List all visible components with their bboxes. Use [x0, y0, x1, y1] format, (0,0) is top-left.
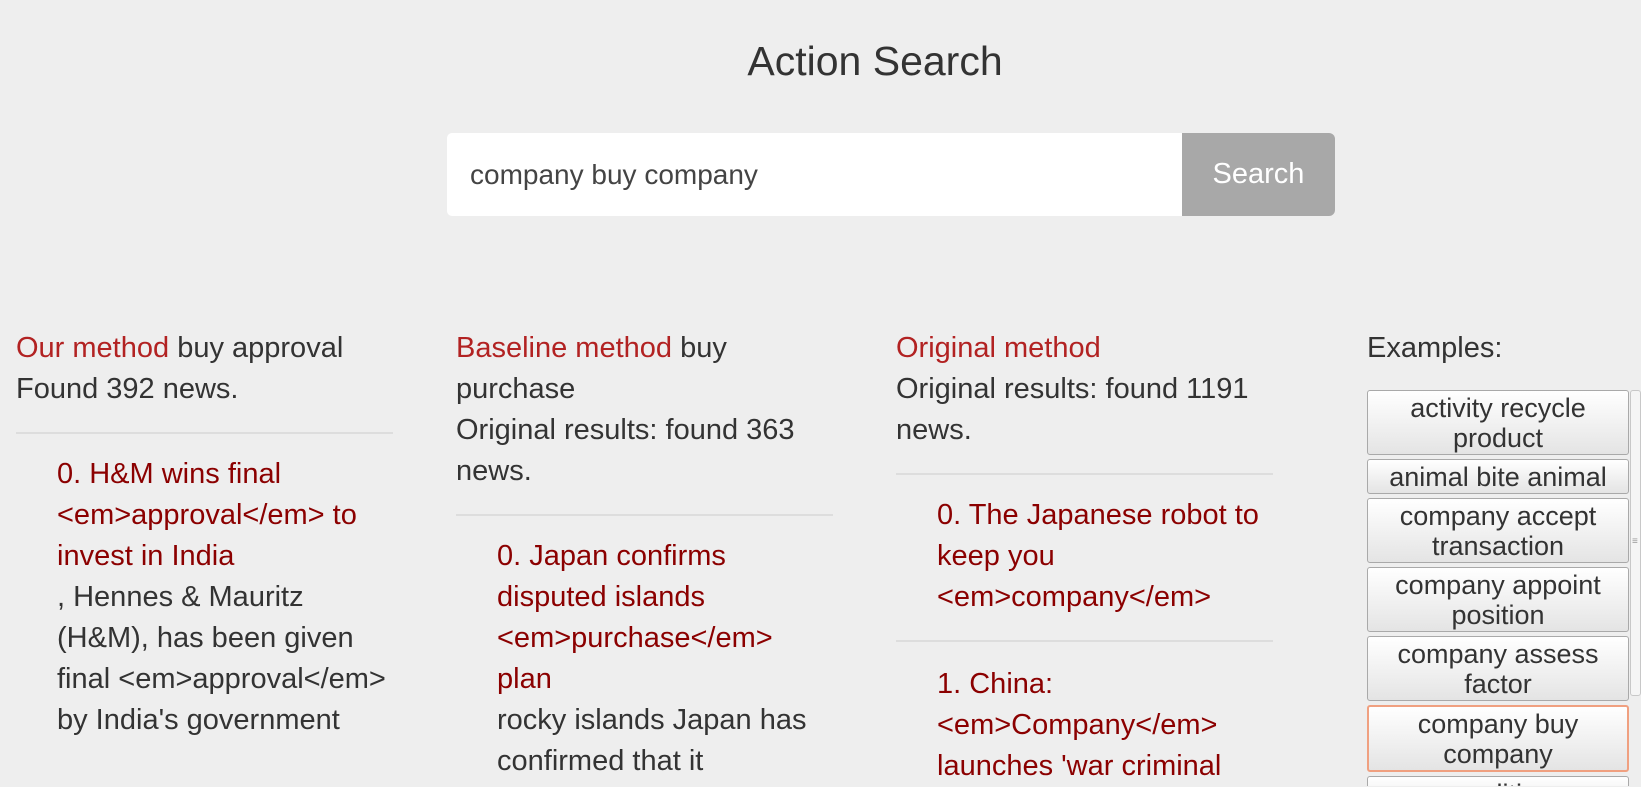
result-summary: Original results: found 363 news.: [456, 414, 795, 487]
page-title: Action Search: [747, 38, 1003, 84]
example-button[interactable]: condition: [1367, 776, 1629, 786]
result-item: 0. H&M wins final <em>approval</em> to i…: [16, 454, 393, 741]
divider: [16, 432, 393, 434]
example-button[interactable]: animal bite animal: [1367, 459, 1629, 494]
baseline-method-header: Baseline method buy purchase: [456, 328, 833, 410]
result-snippet: , Hennes & Mauritz (H&M), has been given…: [57, 581, 386, 736]
search-bar: Search: [447, 133, 1335, 216]
divider: [456, 514, 833, 516]
original-method-column: Original method Original results: found …: [896, 328, 1273, 787]
result-summary: Found 392 news.: [16, 373, 239, 405]
result-item: 0. The Japanese robot to keep you <em>co…: [896, 495, 1273, 618]
result-title[interactable]: 1. China: <em>Company</em> launches 'war…: [937, 664, 1273, 787]
search-button[interactable]: Search: [1182, 133, 1335, 216]
method-label: Original method: [896, 332, 1101, 364]
divider: [896, 473, 1273, 475]
example-button[interactable]: company accept transaction: [1367, 498, 1629, 563]
example-button[interactable]: company assess factor: [1367, 636, 1629, 701]
method-label: Our method: [16, 332, 170, 364]
result-title[interactable]: 0. Japan confirms disputed islands <em>p…: [497, 536, 833, 700]
our-method-header: Our method buy approval: [16, 328, 393, 369]
example-button-selected[interactable]: company buy company: [1367, 705, 1629, 772]
original-method-header: Original method: [896, 328, 1273, 369]
divider: [896, 640, 1273, 642]
examples-label: Examples:: [1367, 332, 1503, 364]
examples-list: activity recycle product animal bite ani…: [1367, 390, 1631, 786]
method-action: buy approval: [177, 332, 344, 364]
baseline-method-column: Baseline method buy purchase Original re…: [456, 328, 833, 782]
method-label: Baseline method: [456, 332, 673, 364]
result-snippet: rocky islands Japan has confirmed that i…: [497, 704, 807, 777]
our-method-column: Our method buy approval Found 392 news. …: [16, 328, 393, 741]
search-input[interactable]: [447, 133, 1182, 216]
result-item: 0. Japan confirms disputed islands <em>p…: [456, 536, 833, 782]
example-button[interactable]: activity recycle product: [1367, 390, 1629, 455]
result-summary: Original results: found 1191 news.: [896, 373, 1249, 446]
scrollbar-grip-icon: ≡: [1632, 536, 1638, 547]
result-title[interactable]: 0. The Japanese robot to keep you <em>co…: [937, 495, 1273, 618]
example-button[interactable]: company appoint position: [1367, 567, 1629, 632]
result-title[interactable]: 0. H&M wins final <em>approval</em> to i…: [57, 454, 393, 577]
result-item: 1. China: <em>Company</em> launches 'war…: [896, 664, 1273, 787]
